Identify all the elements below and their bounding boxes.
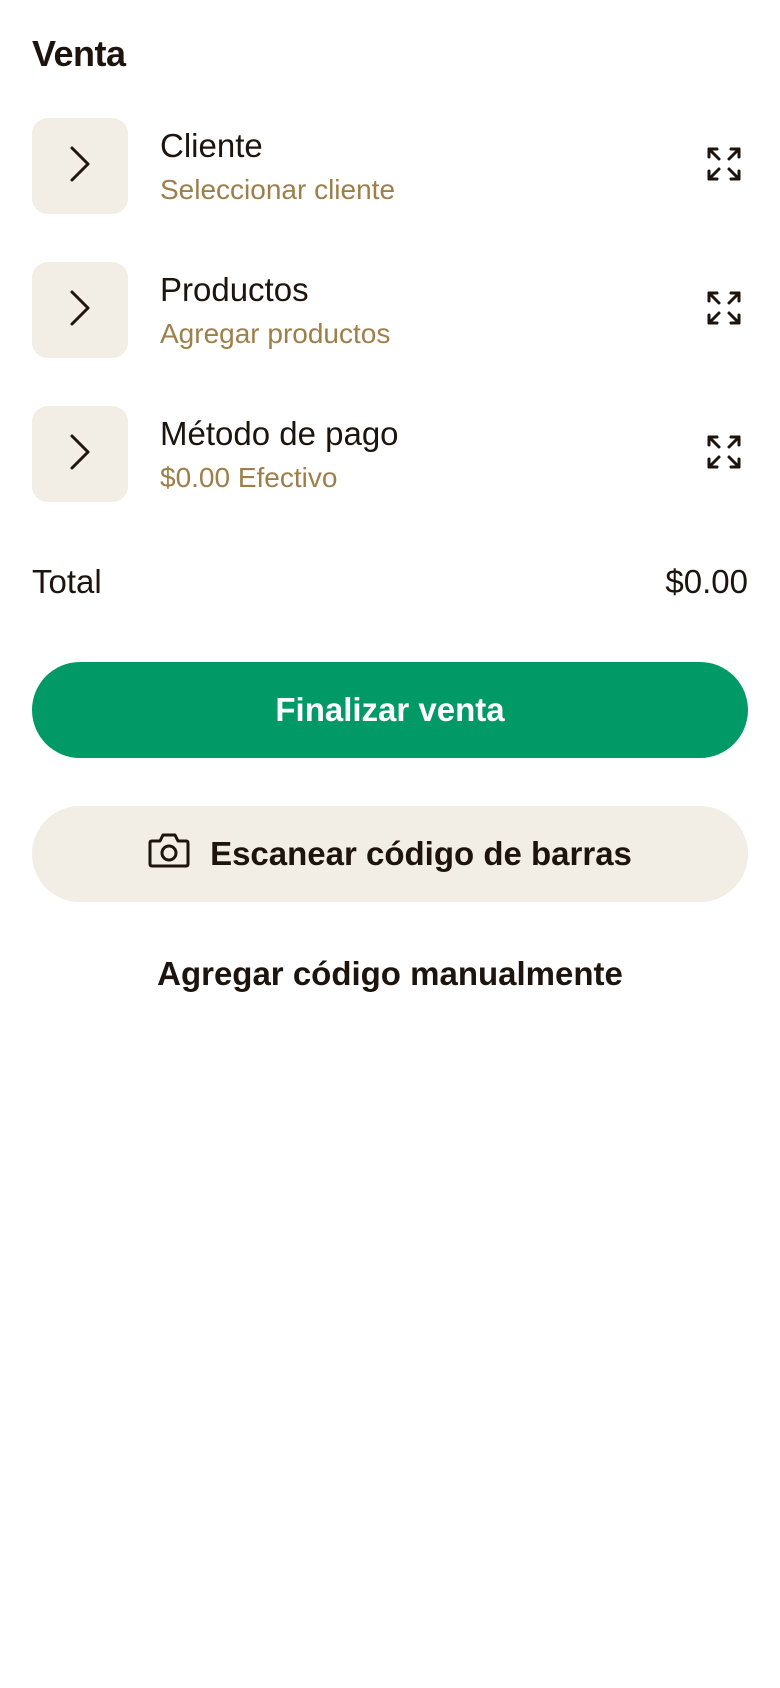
finalize-sale-label: Finalizar venta [275,691,505,728]
chevron-right-icon [68,433,92,476]
expand-button[interactable] [700,142,748,190]
expand-button[interactable] [700,286,748,334]
row-text: Método de pago $0.00 Efectivo [160,414,399,496]
row-label: Productos [160,271,309,308]
finalize-sale-button[interactable]: Finalizar venta [32,662,748,758]
list-item-cliente[interactable]: Cliente Seleccionar cliente [32,118,748,214]
row-subtitle: Agregar productos [160,318,391,349]
list-item-productos[interactable]: Productos Agregar productos [32,262,748,358]
add-code-manually-link[interactable]: Agregar código manualmente [32,950,748,998]
row-subtitle: Seleccionar cliente [160,174,396,205]
row-text: Cliente Seleccionar cliente [160,126,395,208]
expand-icon [706,146,742,187]
list-item-metodo-de-pago[interactable]: Método de pago $0.00 Efectivo [32,406,748,502]
sale-screen: Venta Cliente Seleccionar cliente Produc… [0,0,780,1688]
total-label: Total [32,563,102,600]
row-subtitle: $0.00 Efectivo [160,462,338,493]
total-value: $0.00 [665,563,748,600]
expand-icon [706,434,742,475]
page-title: Venta [32,33,126,74]
scan-barcode-label: Escanear código de barras [210,835,632,872]
row-label: Método de pago [160,415,399,452]
row-label: Cliente [160,127,263,164]
chevron-right-icon [68,145,92,188]
add-code-manually-label: Agregar código manualmente [157,955,623,992]
chevron-button[interactable] [32,118,128,214]
expand-icon [706,290,742,331]
row-text: Productos Agregar productos [160,270,390,352]
chevron-right-icon [68,289,92,332]
chevron-button[interactable] [32,406,128,502]
scan-barcode-button[interactable]: Escanear código de barras [32,806,748,902]
chevron-button[interactable] [32,262,128,358]
expand-button[interactable] [700,430,748,478]
camera-icon [148,831,190,877]
